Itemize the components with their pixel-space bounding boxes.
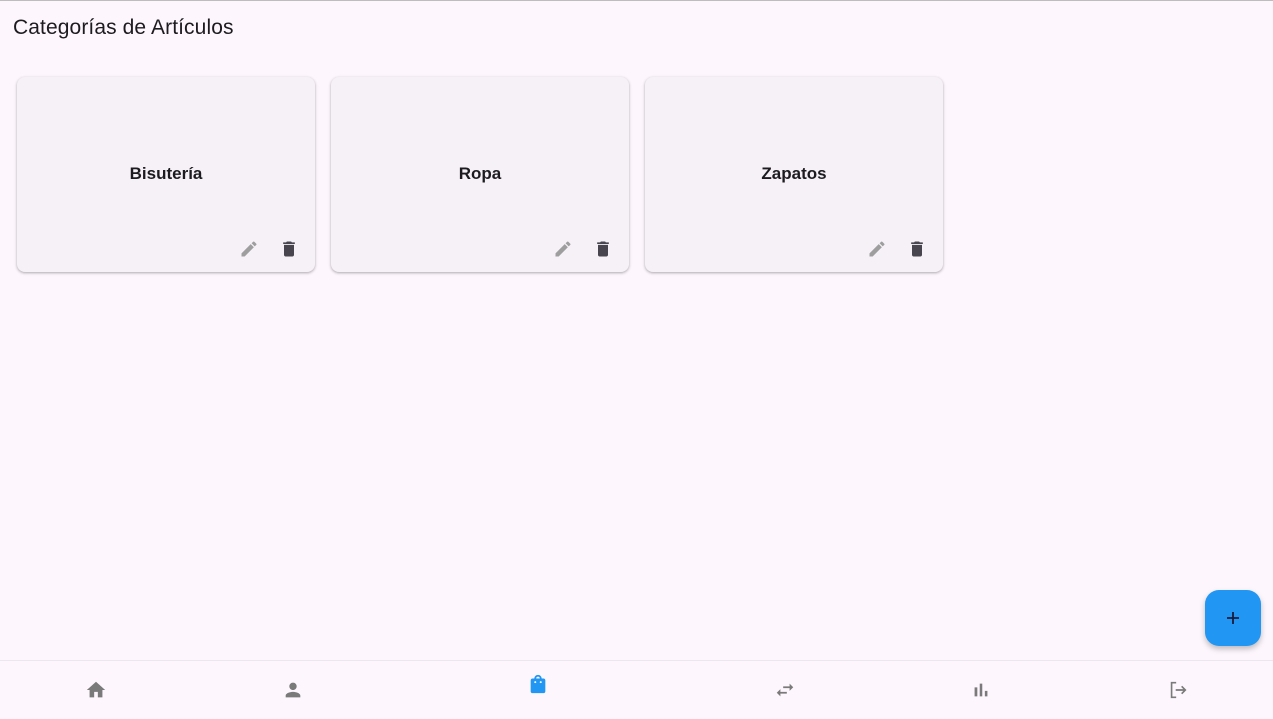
plus-icon xyxy=(1224,609,1242,627)
delete-icon[interactable] xyxy=(905,237,929,261)
page-title: Categorías de Artículos xyxy=(13,16,234,39)
top-divider xyxy=(0,0,1273,1)
edit-icon[interactable] xyxy=(551,237,575,261)
swap-icon xyxy=(774,679,796,701)
nav-reports[interactable] xyxy=(961,661,1001,719)
bottom-navigation xyxy=(0,660,1273,719)
delete-icon[interactable] xyxy=(591,237,615,261)
category-name: Zapatos xyxy=(761,164,827,183)
bar-chart-icon xyxy=(970,679,992,701)
card-actions xyxy=(237,237,301,261)
category-card[interactable]: Ropa xyxy=(331,77,629,272)
person-icon xyxy=(282,679,304,701)
shopping-bag-icon xyxy=(527,673,549,695)
nav-transactions[interactable] xyxy=(765,661,805,719)
category-name: Bisutería xyxy=(129,164,203,183)
delete-icon[interactable] xyxy=(277,237,301,261)
card-actions xyxy=(865,237,929,261)
nav-articles[interactable] xyxy=(518,655,558,713)
card-actions xyxy=(551,237,615,261)
category-card[interactable]: Bisutería xyxy=(17,77,315,272)
nav-home[interactable] xyxy=(76,661,116,719)
add-category-button[interactable] xyxy=(1205,590,1261,646)
edit-icon[interactable] xyxy=(865,237,889,261)
home-icon xyxy=(85,679,107,701)
category-name: Ropa xyxy=(458,164,502,183)
edit-icon[interactable] xyxy=(237,237,261,261)
nav-profile[interactable] xyxy=(273,661,313,719)
category-grid: Bisutería Ropa Zapatos xyxy=(17,77,943,272)
nav-logout[interactable] xyxy=(1158,661,1198,719)
logout-icon xyxy=(1167,679,1189,701)
category-card[interactable]: Zapatos xyxy=(645,77,943,272)
